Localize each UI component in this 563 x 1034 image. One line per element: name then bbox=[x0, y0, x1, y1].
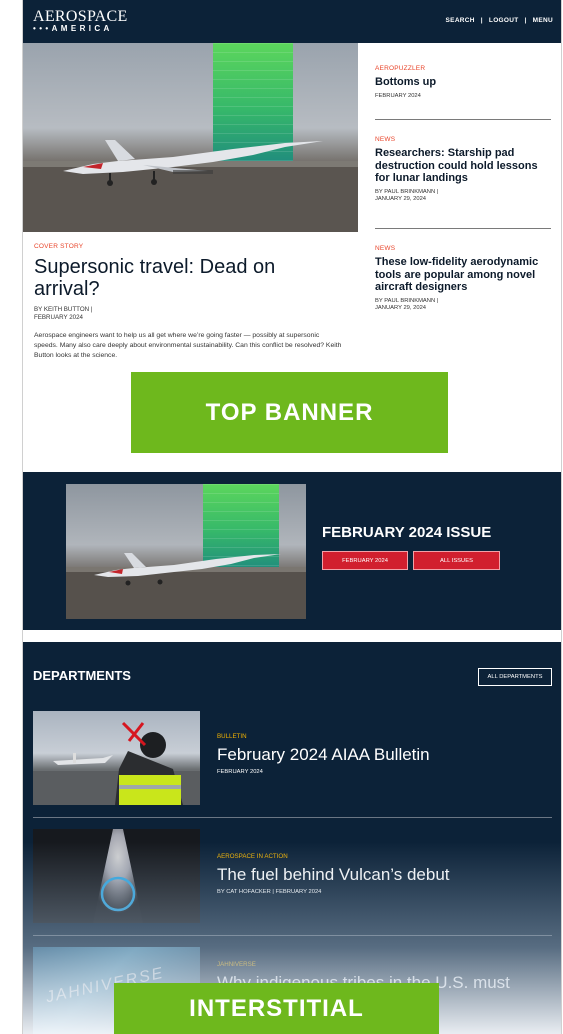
supersonic-jet-illustration bbox=[23, 140, 358, 232]
department-kicker[interactable]: JAHNIVERSE bbox=[217, 961, 510, 968]
side-date: FEBRUARY 2024 bbox=[375, 92, 421, 99]
side-kicker[interactable]: AEROPUZZLER bbox=[375, 65, 551, 72]
side-meta: BY PAUL BRINKMANN | JANUARY 29, 2024 bbox=[375, 189, 551, 204]
cover-story: COVER STORY Supersonic travel: Dead on a… bbox=[34, 243, 344, 361]
divider bbox=[375, 228, 551, 229]
logo-line2: •••AMERICA bbox=[33, 24, 113, 33]
department-kicker[interactable]: BULLETIN bbox=[217, 733, 430, 740]
issue-cover-image[interactable] bbox=[66, 484, 306, 619]
side-kicker[interactable]: NEWS bbox=[375, 245, 551, 252]
menu-link[interactable]: MENU bbox=[533, 17, 553, 24]
rocket-plume-illustration bbox=[33, 829, 200, 923]
side-story[interactable]: NEWS Researchers: Starship pad destructi… bbox=[375, 136, 551, 204]
department-text: BULLETIN February 2024 AIAA Bulletin FEB… bbox=[217, 733, 430, 775]
header-nav: SEARCH | LOGOUT | MENU bbox=[446, 17, 553, 24]
cover-description: Aerospace engineers want to help us all … bbox=[34, 332, 342, 359]
side-title[interactable]: Researchers: Starship pad destruction co… bbox=[375, 147, 551, 185]
divider bbox=[33, 817, 552, 818]
side-author[interactable]: BY PAUL BRINKMANN | bbox=[375, 298, 551, 306]
all-departments-button[interactable]: ALL DEPARTMENTS bbox=[478, 668, 552, 686]
issue-title[interactable]: FEBRUARY 2024 ISSUE bbox=[322, 524, 491, 541]
cover-byline: BY KEITH BUTTON | FEBRUARY 2024 bbox=[34, 306, 344, 322]
department-meta: FEBRUARY 2024 bbox=[217, 769, 263, 775]
side-meta: BY PAUL BRINKMANN | JANUARY 29, 2024 bbox=[375, 298, 551, 313]
top-banner-ad[interactable]: TOP BANNER bbox=[131, 372, 448, 453]
side-story[interactable]: NEWS These low-fidelity aerodynamic tool… bbox=[375, 245, 551, 313]
side-title[interactable]: Bottoms up bbox=[375, 76, 551, 89]
side-date: JANUARY 29, 2024 bbox=[375, 196, 427, 202]
logo-line1: AEROSPACE bbox=[33, 8, 128, 25]
section-gap bbox=[23, 630, 561, 642]
cover-date: FEBRUARY 2024 bbox=[34, 314, 83, 321]
logout-link[interactable]: LOGOUT bbox=[489, 17, 519, 24]
side-title[interactable]: These low-fidelity aerodynamic tools are… bbox=[375, 256, 551, 294]
department-title[interactable]: The fuel behind Vulcan’s debut bbox=[217, 865, 450, 884]
nav-divider: | bbox=[524, 17, 527, 24]
department-kicker[interactable]: AEROSPACE IN ACTION bbox=[217, 853, 450, 860]
site-header: AEROSPACE •••AMERICA SEARCH | LOGOUT | M… bbox=[23, 0, 561, 43]
supersonic-jet-illustration bbox=[66, 553, 306, 619]
ground-crew-illustration bbox=[33, 721, 200, 805]
all-issues-button[interactable]: ALL ISSUES bbox=[413, 551, 500, 570]
divider bbox=[33, 935, 552, 936]
search-link[interactable]: SEARCH bbox=[446, 17, 475, 24]
side-author[interactable]: BY PAUL BRINKMANN | bbox=[375, 189, 551, 197]
department-text: AEROSPACE IN ACTION The fuel behind Vulc… bbox=[217, 853, 450, 895]
side-date: JANUARY 29, 2024 bbox=[375, 305, 427, 311]
current-issue-button[interactable]: FEBRUARY 2024 bbox=[322, 551, 408, 570]
departments-heading: DEPARTMENTS bbox=[33, 668, 131, 683]
divider bbox=[375, 119, 551, 120]
side-story[interactable]: AEROPUZZLER Bottoms up FEBRUARY 2024 bbox=[375, 65, 551, 100]
department-title[interactable]: February 2024 AIAA Bulletin bbox=[217, 745, 430, 764]
page-frame: AEROSPACE •••AMERICA SEARCH | LOGOUT | M… bbox=[22, 0, 562, 1034]
department-meta: BY CAT HOFACKER | FEBRUARY 2024 bbox=[217, 889, 322, 895]
cover-kicker[interactable]: COVER STORY bbox=[34, 243, 344, 250]
bulletin-image[interactable] bbox=[33, 711, 200, 805]
vulcan-launch-image[interactable] bbox=[33, 829, 200, 923]
interstitial-ad[interactable]: INTERSTITIAL bbox=[114, 983, 439, 1034]
site-logo[interactable]: AEROSPACE •••AMERICA bbox=[33, 9, 128, 34]
cover-title[interactable]: Supersonic travel: Dead on arrival? bbox=[34, 256, 344, 300]
side-kicker[interactable]: NEWS bbox=[375, 136, 551, 143]
issue-section: FEBRUARY 2024 ISSUE FEBRUARY 2024 ALL IS… bbox=[23, 472, 561, 630]
cover-story-image[interactable] bbox=[23, 43, 358, 232]
nav-divider: | bbox=[480, 17, 483, 24]
departments-section: DEPARTMENTS ALL DEPARTMENTS BULLETIN Feb… bbox=[23, 642, 561, 1034]
cover-author[interactable]: BY KEITH BUTTON | bbox=[34, 306, 344, 314]
